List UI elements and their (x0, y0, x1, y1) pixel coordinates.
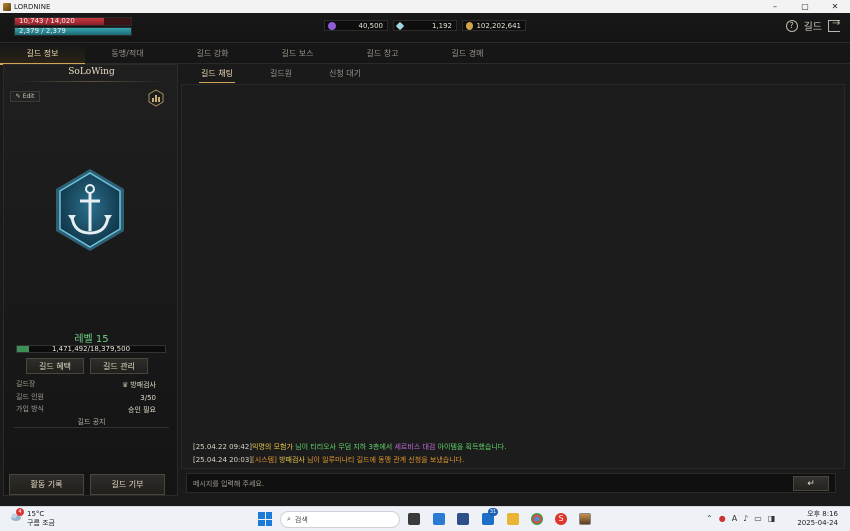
guild-benefit-button[interactable]: 길드 혜택 (26, 358, 84, 374)
taskbar-search[interactable]: ⌕ 검색 (280, 511, 400, 528)
mail-badge: 31 (488, 508, 498, 516)
s-app-icon[interactable]: S (555, 513, 567, 525)
gold-coin-icon (466, 21, 474, 30)
mp-bar: 2,379 / 2,379 (14, 27, 132, 36)
guild-notice-label: 길드 공지 (77, 418, 106, 426)
lordnine-app-icon[interactable] (579, 513, 591, 525)
purple-gem-icon (328, 21, 336, 30)
ranking-icon[interactable] (147, 89, 165, 107)
calendar-app-icon[interactable] (433, 513, 445, 525)
chrome-app-icon[interactable] (531, 513, 543, 525)
chevron-up-icon[interactable]: ⌃ (706, 514, 713, 523)
chat-timestamp: [25.04.22 09:42] (193, 443, 253, 451)
maximize-button[interactable]: ▢ (790, 0, 820, 13)
chat-text-segment: [시스템] (252, 456, 280, 464)
windows-start-icon[interactable] (258, 512, 272, 526)
currency-diamond: 1,192 (393, 20, 457, 31)
divider (14, 427, 169, 428)
edit-icon: ✎ (15, 93, 21, 100)
guild-name: SoLoWing (68, 67, 115, 77)
guild-chat-log[interactable]: [25.04.22 09:42]익명의 모험가 님이 티리오사 무덤 지하 3층… (181, 84, 845, 469)
temperature: 15°C (27, 510, 45, 518)
clock-date: 2025-04-24 (797, 519, 838, 527)
top-status-bar: 10,743 / 14,020 2,379 / 2,379 40,500 1,1… (0, 13, 850, 43)
guild-exp-text: 1,471,492/18,379,500 (51, 345, 131, 353)
clock[interactable]: 오후 8:16 2025-04-24 (797, 510, 838, 528)
currency-gold: 102,202,641 (462, 20, 526, 31)
tab-guild-storage[interactable]: 길드 창고 (340, 43, 425, 64)
system-tray: ⌃ ● A ♪ ▭ ◨ (706, 514, 775, 523)
chat-text-segment: 방패검사 (279, 456, 305, 464)
speaker-icon[interactable]: ♪ (743, 514, 748, 523)
chat-text-segment: 익명의 모험가 (252, 443, 293, 451)
exit-icon[interactable] (828, 18, 840, 32)
chat-timestamp: [25.04.24 20:03] (193, 456, 253, 464)
search-icon: ⌕ (287, 515, 291, 523)
chat-text-segment: 님이 일루미나티 길드에 동맹 관계 신청을 보냈습니다. (304, 456, 465, 464)
sub-tabs: 길드 채팅 길드원 신청 대기 (185, 64, 845, 84)
guild-level: 레벨 15 (74, 334, 109, 345)
store-app-icon[interactable] (457, 513, 469, 525)
display-icon[interactable]: ▭ (754, 514, 762, 523)
notification-badge: 4 (16, 508, 24, 516)
divider (16, 81, 166, 82)
tab-alliance[interactable]: 동맹/적대 (85, 43, 170, 64)
tab-guild-members[interactable]: 길드원 (249, 64, 313, 84)
chat-text-segment: 티리오사 무덤 지하 3층 (310, 443, 380, 451)
tab-guild-upgrade[interactable]: 길드 강화 (170, 43, 255, 64)
mail-app-icon[interactable]: 31 (482, 508, 498, 525)
crown-icon: ♛ (121, 380, 129, 389)
info-row-join-type: 가입 방식 승인 필요 (16, 405, 156, 414)
tab-guild-auction[interactable]: 길드 경매 (425, 43, 510, 64)
chat-message: [25.04.24 20:03][시스템] 방패검사 님이 일루미나티 길드에 … (193, 455, 464, 465)
chat-text-segment: 님이 (292, 443, 311, 451)
minimize-button[interactable]: – (760, 0, 790, 13)
currency-purple-gem: 40,500 (324, 20, 388, 31)
app-window: LORDNINE – ▢ ✕ 10,743 / 14,020 2,379 / 2… (0, 0, 850, 531)
tab-guild-chat[interactable]: 길드 채팅 (185, 64, 249, 84)
app-tray-icon[interactable]: ● (719, 514, 726, 523)
chat-text-segment: 세르비스 대검 (394, 443, 436, 451)
guild-exp-bar: 1,471,492/18,379,500 (16, 345, 166, 353)
chat-text-segment: 아이템을 획득했습니다. (435, 443, 507, 451)
chat-message: [25.04.22 09:42]익명의 모험가 님이 티리오사 무덤 지하 3층… (193, 442, 506, 452)
clock-time: 오후 8:16 (807, 510, 838, 518)
info-row-members: 길드 인원 3/50 (16, 393, 156, 402)
send-button[interactable]: ↵ (793, 476, 829, 491)
diamond-icon (395, 21, 405, 30)
tab-pending-requests[interactable]: 신청 대기 (313, 64, 377, 84)
chat-text-segment: 에서 (379, 443, 395, 451)
help-icon[interactable]: ? (785, 19, 798, 32)
guild-donate-button[interactable]: 길드 기부 (90, 474, 165, 495)
main-tabs: 길드 정보 동맹/적대 길드 강화 길드 보스 길드 창고 길드 경매 (0, 43, 850, 65)
activity-log-button[interactable]: 활동 기록 (9, 474, 84, 495)
tab-guild-boss[interactable]: 길드 보스 (255, 43, 340, 64)
weather-text: 구름 조금 (27, 519, 55, 527)
network-icon[interactable]: ◨ (768, 514, 776, 523)
enter-icon: ↵ (807, 478, 815, 489)
windows-taskbar: 4 15°C 구름 조금 ⌕ 검색 31 S ⌃ ● A ♪ ▭ ◨ 오후 8:… (0, 506, 850, 531)
close-button[interactable]: ✕ (820, 0, 850, 13)
guild-info-panel: SoLoWing ✎ Edit 레벨 15 1,471,492/18,379,5… (3, 64, 178, 496)
tab-guild-info[interactable]: 길드 정보 (0, 43, 85, 65)
mp-text: 2,379 / 2,379 (19, 27, 66, 35)
guild-manage-button[interactable]: 길드 관리 (90, 358, 148, 374)
language-indicator[interactable]: A (732, 514, 737, 523)
task-view-icon[interactable] (408, 513, 420, 525)
window-titlebar: LORDNINE – ▢ ✕ (0, 0, 850, 13)
edit-button[interactable]: ✎ Edit (10, 91, 40, 102)
chat-input-bar: 메시지를 입력해 주세요. ↵ (186, 473, 836, 493)
info-row-leader: 길드장 ♛ 방패검사 (16, 380, 156, 389)
guild-emblem-anchor-icon (56, 169, 124, 251)
folder-app-icon[interactable] (507, 513, 519, 525)
header-title: 길드 (803, 22, 822, 33)
hp-text: 10,743 / 14,020 (19, 17, 75, 25)
app-icon (3, 2, 11, 11)
hp-bar: 10,743 / 14,020 (14, 17, 132, 26)
window-title: LORDNINE (14, 2, 51, 11)
chat-input[interactable]: 메시지를 입력해 주세요. (193, 474, 264, 494)
